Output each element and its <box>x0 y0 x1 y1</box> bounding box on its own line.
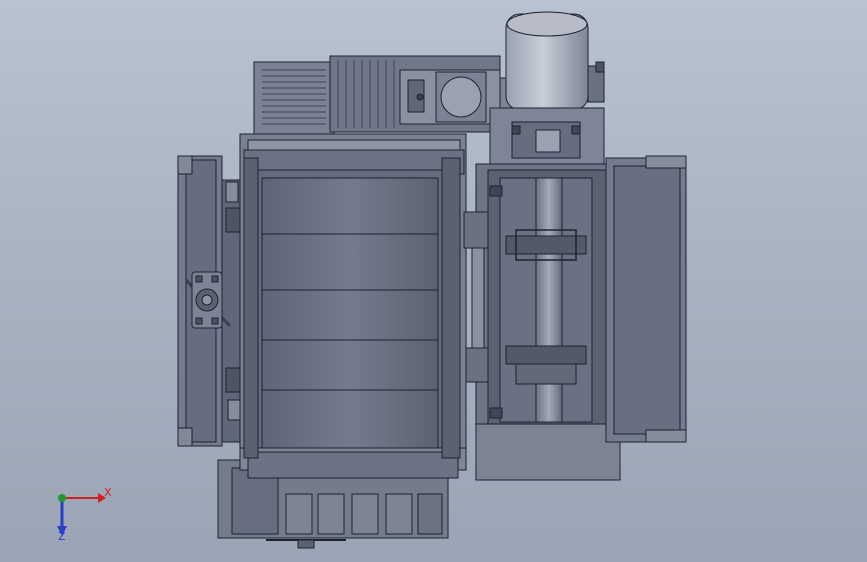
roller-frame <box>475 163 621 481</box>
drive-motor <box>505 11 605 111</box>
cad-viewport[interactable]: X Z <box>0 0 867 562</box>
link-rods <box>463 211 489 383</box>
machine-assembly-model[interactable] <box>0 0 867 562</box>
z-axis-label: Z <box>58 530 66 543</box>
hopper-inner-plates <box>261 177 439 449</box>
drive-bracket <box>489 107 605 167</box>
coordinate-triad: X Z <box>40 478 120 548</box>
x-axis-label: X <box>104 486 112 499</box>
top-gearbox <box>253 55 523 135</box>
right-side-frame <box>605 155 687 443</box>
